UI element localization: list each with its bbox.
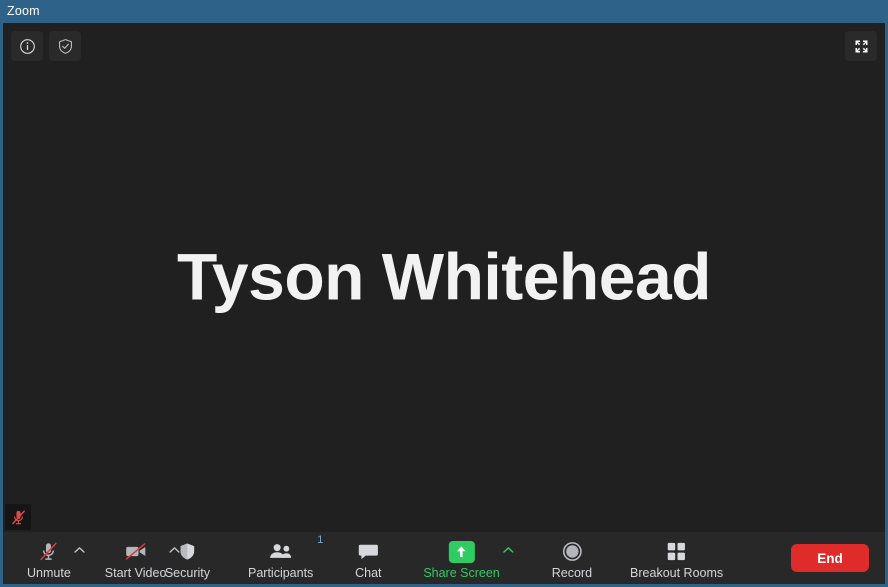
info-circle-icon — [19, 38, 35, 54]
microphone-muted-icon — [38, 540, 59, 564]
start-video-button[interactable]: Start Video — [104, 537, 167, 580]
security-button[interactable]: Security — [165, 537, 210, 580]
meeting-client-area: Tyson Whitehead Unmute Start Video Secur… — [3, 23, 885, 584]
window-titlebar: Zoom — [0, 0, 888, 23]
active-speaker-name: Tyson Whitehead — [177, 238, 711, 313]
muted-indicator-badge — [5, 504, 31, 530]
breakout-rooms-button[interactable]: Breakout Rooms — [630, 537, 723, 580]
shield-check-icon — [58, 38, 72, 54]
unmute-button[interactable]: Unmute — [27, 537, 71, 580]
zoom-meeting-window: Zoom Tyson Whitehead Unmute Start Video … — [0, 0, 888, 587]
chevron-up-icon — [503, 546, 514, 553]
chat-bubble-icon — [358, 540, 379, 564]
shield-icon — [178, 540, 197, 564]
toolbar-right-group: End — [791, 544, 869, 572]
window-title: Zoom — [7, 4, 40, 19]
chevron-up-icon — [74, 546, 85, 553]
record-button[interactable]: Record — [552, 537, 592, 580]
grid-squares-icon — [666, 540, 687, 564]
toolbar-center-group: Security 1 Participants Chat Share Scree… — [165, 534, 723, 580]
people-icon — [268, 540, 294, 564]
breakout-rooms-label: Breakout Rooms — [630, 565, 724, 580]
share-screen-button[interactable]: Share Screen — [423, 537, 500, 580]
audio-options-chevron[interactable] — [74, 546, 85, 554]
security-label: Security — [164, 565, 210, 580]
participants-label: Participants — [248, 565, 314, 580]
fullscreen-expand-icon — [855, 40, 867, 52]
fullscreen-button[interactable] — [845, 31, 877, 61]
start-video-label: Start Video — [104, 565, 167, 580]
encryption-status-button[interactable] — [49, 31, 81, 61]
camera-off-icon — [124, 540, 148, 564]
share-arrow-up-icon — [448, 540, 475, 564]
chat-button[interactable]: Chat — [351, 537, 385, 580]
stage-top-left-controls — [11, 31, 81, 61]
unmute-label: Unmute — [27, 565, 71, 580]
participants-button[interactable]: 1 Participants — [248, 534, 323, 580]
share-screen-group: Share Screen — [423, 537, 514, 580]
share-screen-label: Share Screen — [423, 565, 500, 580]
record-circle-icon — [561, 540, 582, 564]
end-meeting-button[interactable]: End — [791, 544, 869, 572]
share-screen-options-chevron[interactable] — [503, 546, 514, 554]
chat-label: Chat — [355, 565, 382, 580]
meeting-toolbar: Unmute Start Video Security 1 Participan… — [3, 532, 885, 584]
meeting-info-button[interactable] — [11, 31, 43, 61]
toolbar-left-group: Unmute Start Video — [27, 537, 180, 580]
participants-count-badge: 1 — [317, 533, 324, 546]
video-stage: Tyson Whitehead — [3, 23, 885, 532]
record-label: Record — [551, 565, 593, 580]
microphone-muted-icon — [11, 509, 25, 524]
audio-control-group: Unmute — [27, 537, 85, 580]
